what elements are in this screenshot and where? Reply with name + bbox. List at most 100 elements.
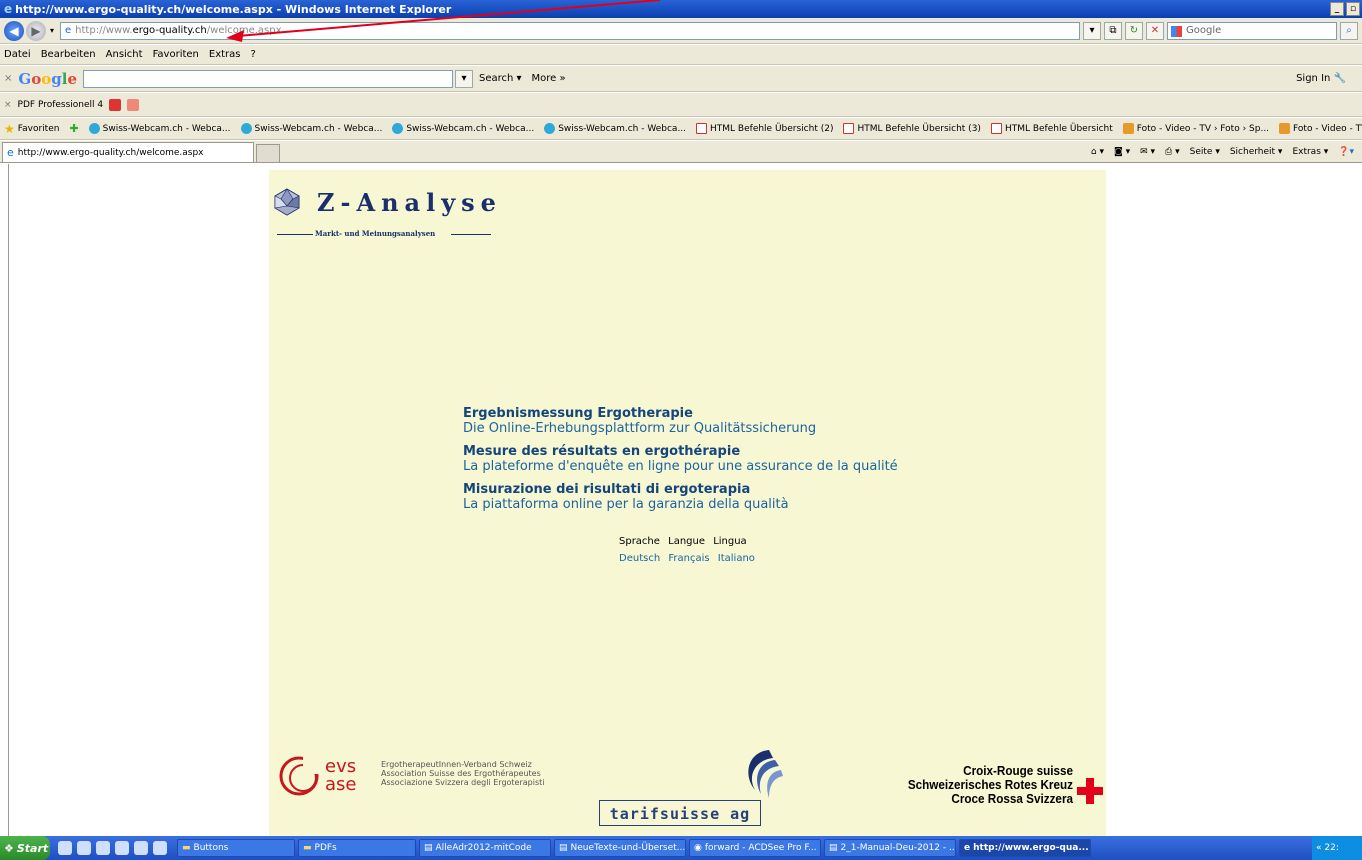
maximize-button[interactable]: ▫ bbox=[1346, 2, 1360, 16]
red-cross-line-it: Croce Rossa Svizzera bbox=[951, 791, 1073, 806]
window-title: http://www.ergo-quality.ch/welcome.aspx … bbox=[15, 2, 452, 16]
pdf-toolbar-close-icon[interactable]: × bbox=[4, 100, 12, 110]
google-logo: Google bbox=[18, 69, 77, 88]
webcam-icon bbox=[392, 123, 404, 134]
menu-help[interactable]: ? bbox=[251, 49, 256, 60]
favorite-label: HTML Befehle Übersicht bbox=[1004, 123, 1113, 134]
google-sign-in[interactable]: Sign In 🔧 bbox=[1296, 73, 1362, 84]
compat-view-icon[interactable]: ⧉ bbox=[1104, 21, 1122, 40]
favorites-button[interactable]: ★ Favoriten bbox=[4, 122, 59, 136]
task-label: Buttons bbox=[193, 843, 229, 853]
favorites-bar: ★ Favoriten ✚ Swiss-Webcam.ch - Webca... … bbox=[0, 118, 1362, 140]
help-icon[interactable]: ❓▾ bbox=[1338, 147, 1354, 157]
google-search-button[interactable]: Search ▾ bbox=[479, 73, 522, 84]
logo-name: Z-Analyse bbox=[317, 188, 502, 217]
task-alleadr[interactable]: ▤ AlleAdr2012-mitCode bbox=[419, 839, 551, 857]
html-icon bbox=[696, 123, 708, 134]
favorite-item[interactable]: Foto - Video - TV › Foto › Sp... bbox=[1279, 123, 1362, 134]
system-tray: « 22: bbox=[1312, 836, 1362, 860]
history-dropdown-icon[interactable]: ▾ bbox=[50, 26, 54, 35]
google-toolbar-close-icon[interactable]: × bbox=[4, 73, 12, 84]
google-more-button[interactable]: More » bbox=[532, 73, 566, 84]
document-icon: ▤ bbox=[829, 843, 838, 853]
search-icon[interactable]: ⌕ bbox=[1340, 21, 1358, 40]
favorite-item[interactable]: Swiss-Webcam.ch - Webca... bbox=[240, 123, 382, 134]
intro-heading-fr: Mesure des résultats en ergothérapie bbox=[463, 444, 741, 459]
task-buttons[interactable]: ▬ Buttons bbox=[177, 839, 295, 857]
tarifsuisse-swirl-icon bbox=[748, 750, 783, 798]
google-search-input[interactable] bbox=[82, 69, 453, 88]
google-search-label: Search bbox=[478, 73, 514, 84]
google-dropdown-icon[interactable]: ▾ bbox=[454, 69, 473, 88]
favorite-item[interactable]: Swiss-Webcam.ch - Webca... bbox=[544, 123, 686, 134]
task-label: NeueTexte-und-Überset... bbox=[570, 843, 686, 853]
start-button[interactable]: ❖ Start bbox=[0, 836, 50, 860]
start-label: Start bbox=[16, 841, 49, 855]
command-extras[interactable]: Extras ▾ bbox=[1292, 147, 1328, 157]
menu-ansicht[interactable]: Ansicht bbox=[106, 49, 143, 60]
task-manual[interactable]: ▤ 2_1-Manual-Deu-2012 - ... bbox=[824, 839, 956, 857]
windows-flag-icon: ❖ bbox=[4, 841, 14, 855]
pdf-convert-icon[interactable] bbox=[109, 98, 122, 111]
quicklaunch-share-icon[interactable] bbox=[96, 841, 110, 855]
quicklaunch-firefox-icon[interactable] bbox=[153, 841, 167, 855]
feeds-icon[interactable]: ◙ ▾ bbox=[1114, 147, 1130, 157]
quicklaunch-ie-icon[interactable] bbox=[77, 841, 91, 855]
task-pdfs[interactable]: ▬ PDFs bbox=[298, 839, 416, 857]
command-seite[interactable]: Seite ▾ bbox=[1190, 147, 1220, 157]
menu-datei[interactable]: Datei bbox=[4, 49, 31, 60]
task-neuetexte[interactable]: ▤ NeueTexte-und-Überset... bbox=[554, 839, 686, 857]
evs-text: ErgotherapeutInnen-Verband Schweiz Assoc… bbox=[381, 760, 545, 787]
evs-ase-logo: evs ase ErgotherapeutInnen-Verband Schwe… bbox=[277, 754, 577, 804]
quicklaunch-app-icon[interactable] bbox=[58, 841, 72, 855]
favorite-item[interactable]: HTML Befehle Übersicht (3) bbox=[843, 123, 981, 134]
window-controls: _ ▫ bbox=[1330, 2, 1362, 16]
search-placeholder: Google bbox=[1186, 25, 1222, 36]
wrench-icon[interactable]: 🔧 bbox=[1334, 73, 1346, 84]
favorite-item[interactable]: HTML Befehle Übersicht (2) bbox=[696, 123, 833, 134]
ie-icon: e bbox=[4, 2, 13, 16]
task-label: AlleAdr2012-mitCode bbox=[435, 843, 532, 853]
refresh-icon[interactable]: ↻ bbox=[1125, 21, 1143, 40]
ie-icon: e bbox=[964, 843, 971, 853]
task-acdsee[interactable]: ◉ forward - ACDSee Pro F... bbox=[689, 839, 821, 857]
address-dropdown-icon[interactable]: ▾ bbox=[1083, 21, 1101, 40]
page-icon: e bbox=[65, 25, 72, 36]
menu-bearbeiten[interactable]: Bearbeiten bbox=[41, 49, 96, 60]
window-title-bar: e http://www.ergo-quality.ch/welcome.asp… bbox=[0, 0, 1362, 18]
tab-current[interactable]: e http://www.ergo-quality.ch/welcome.asp… bbox=[2, 142, 254, 162]
favorite-item[interactable]: Foto - Video - TV › Foto › Sp... bbox=[1122, 123, 1269, 134]
favorite-item[interactable]: Swiss-Webcam.ch - Webca... bbox=[88, 123, 231, 134]
language-link-italiano[interactable]: Italiano bbox=[718, 553, 755, 564]
gem-icon bbox=[274, 188, 300, 216]
task-ie-ergo[interactable]: e http://www.ergo-qua... bbox=[959, 839, 1091, 857]
html-icon bbox=[843, 123, 855, 134]
home-icon[interactable]: ⌂ ▾ bbox=[1091, 147, 1104, 157]
tab-bar: e http://www.ergo-quality.ch/welcome.asp… bbox=[0, 141, 1362, 163]
forward-button[interactable]: ▶ bbox=[26, 20, 46, 41]
back-button[interactable]: ◀ bbox=[4, 20, 24, 41]
favorite-item[interactable]: Swiss-Webcam.ch - Webca... bbox=[392, 123, 534, 134]
language-link-deutsch[interactable]: Deutsch bbox=[619, 553, 660, 564]
url-domain: ergo-quality.ch bbox=[132, 25, 207, 36]
add-favorite-icon[interactable]: ✚ bbox=[69, 122, 78, 135]
menu-favoriten[interactable]: Favoriten bbox=[153, 49, 199, 60]
address-input[interactable]: e http://www. ergo-quality.ch /welcome.a… bbox=[60, 21, 1080, 40]
tarifsuisse-logo: tarifsuisse ag bbox=[599, 746, 783, 828]
acdsee-icon: ◉ bbox=[694, 843, 702, 853]
quicklaunch-app-icon[interactable] bbox=[134, 841, 148, 855]
stop-icon[interactable]: ✕ bbox=[1146, 21, 1164, 40]
command-sicherheit[interactable]: Sicherheit ▾ bbox=[1230, 147, 1283, 157]
search-input[interactable]: Google bbox=[1167, 21, 1337, 40]
favorite-item[interactable]: HTML Befehle Übersicht bbox=[990, 123, 1113, 134]
pdf-settings-icon[interactable] bbox=[127, 98, 140, 111]
html-icon bbox=[990, 123, 1002, 134]
menu-extras[interactable]: Extras bbox=[209, 49, 241, 60]
print-icon[interactable]: ⎙ ▾ bbox=[1165, 147, 1180, 157]
quicklaunch-app-icon[interactable] bbox=[115, 841, 129, 855]
language-label-it: Lingua bbox=[713, 536, 747, 547]
mail-icon[interactable]: ✉ ▾ bbox=[1140, 147, 1155, 157]
new-tab-button[interactable] bbox=[256, 144, 280, 162]
minimize-button[interactable]: _ bbox=[1330, 2, 1344, 16]
language-link-francais[interactable]: Français bbox=[668, 553, 709, 564]
